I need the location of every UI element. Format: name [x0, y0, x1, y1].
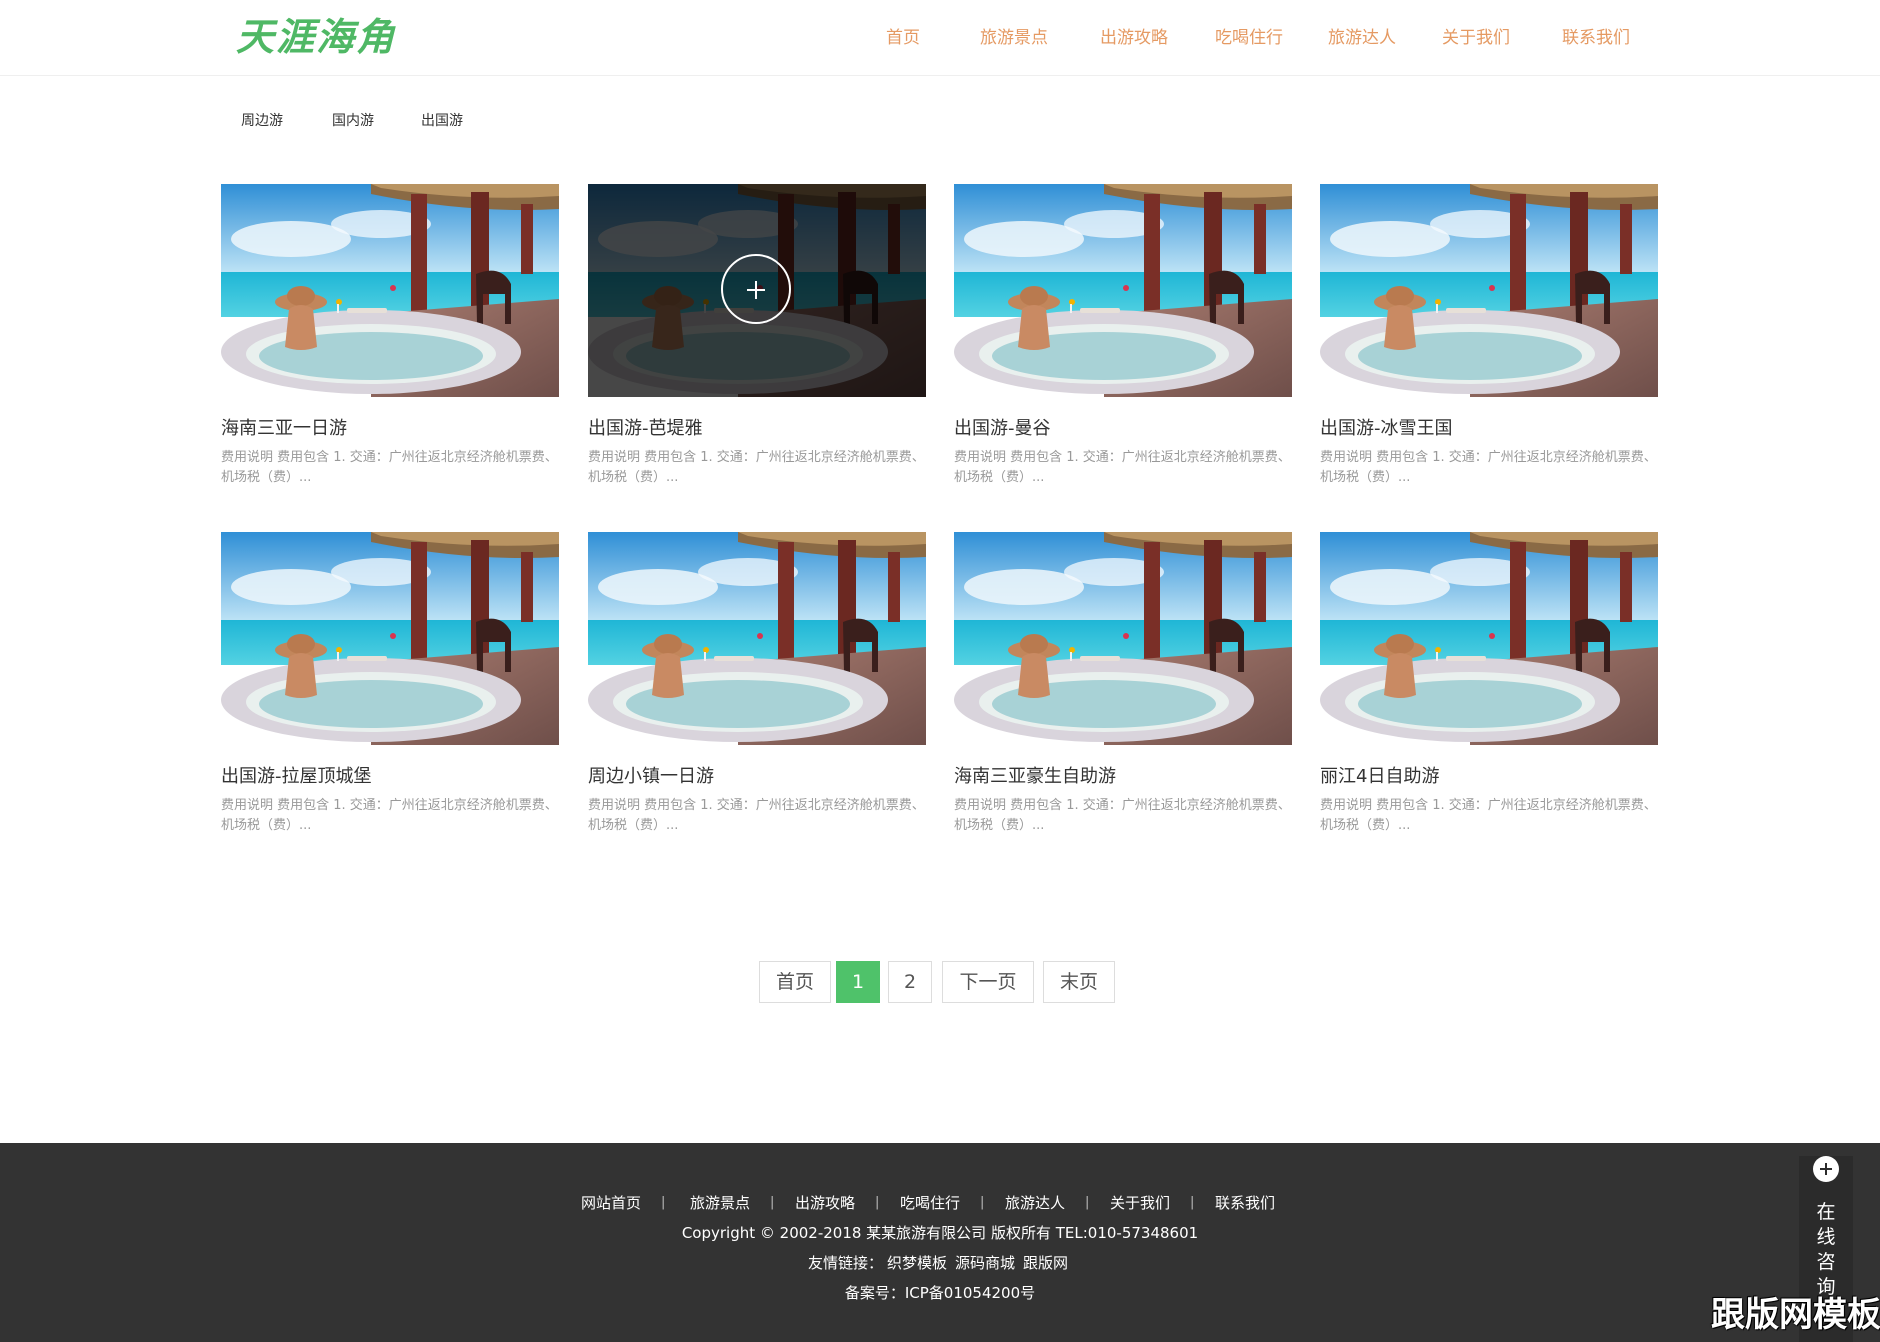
nav-item-experts[interactable]: 旅游达人	[1328, 24, 1396, 52]
pagination: 首页 1 2 下一页 末页	[0, 961, 1880, 1003]
footer-link-attractions[interactable]: 旅游景点	[690, 1192, 750, 1214]
tour-description: 费用说明 费用包含 1. 交通：广州往返北京经济舱机票费、机场税（费）...	[954, 450, 1291, 485]
plus-circle-icon[interactable]	[721, 254, 791, 324]
page-1-button[interactable]: 1	[836, 961, 880, 1003]
footer-separator: |	[1085, 1195, 1090, 1210]
tour-card: 出国游-芭堤雅 费用说明 费用包含 1. 交通：广州往返北京经济舱机票费、机场税…	[588, 184, 926, 514]
page-last-button[interactable]: 末页	[1043, 961, 1115, 1003]
resort-photo	[221, 184, 559, 397]
tour-card: 周边小镇一日游 费用说明 费用包含 1. 交通：广州往返北京经济舱机票费、机场税…	[588, 532, 926, 862]
tour-card: 丽江4日自助游 费用说明 费用包含 1. 交通：广州往返北京经济舱机票费、机场税…	[1320, 532, 1658, 862]
tour-card: 出国游-冰雪王国 费用说明 费用包含 1. 交通：广州往返北京经济舱机票费、机场…	[1320, 184, 1658, 514]
resort-photo	[221, 532, 559, 745]
tour-thumbnail[interactable]	[954, 184, 1292, 397]
friend-links-label: 友情链接：	[807, 1254, 883, 1272]
footer-friend-links: 友情链接： 织梦模板 源码商城 跟版网	[0, 1252, 1880, 1274]
footer-link-about[interactable]: 关于我们	[1110, 1192, 1170, 1214]
footer-link-contact[interactable]: 联系我们	[1215, 1192, 1275, 1214]
tour-title[interactable]: 出国游-曼谷	[954, 416, 1051, 442]
tour-card: 出国游-拉屋顶城堡 费用说明 费用包含 1. 交通：广州往返北京经济舱机票费、机…	[221, 532, 559, 862]
tour-description: 费用说明 费用包含 1. 交通：广州往返北京经济舱机票费、机场税（费）...	[954, 798, 1291, 833]
tour-thumbnail[interactable]	[588, 184, 926, 397]
tour-title[interactable]: 周边小镇一日游	[588, 764, 714, 790]
site-footer: 网站首页 | 旅游景点 | 出游攻略 | 吃喝住行 | 旅游达人 | 关于我们 …	[0, 1143, 1880, 1342]
tour-thumbnail[interactable]	[221, 184, 559, 397]
tour-title[interactable]: 海南三亚豪生自助游	[954, 764, 1116, 790]
page-first-button[interactable]: 首页	[759, 961, 831, 1003]
nav-item-food-stay[interactable]: 吃喝住行	[1215, 24, 1283, 52]
nav-item-home[interactable]: 首页	[886, 24, 920, 52]
tour-card: 海南三亚一日游 费用说明 费用包含 1. 交通：广州往返北京经济舱机票费、机场税…	[221, 184, 559, 514]
footer-separator: |	[770, 1195, 775, 1210]
category-tab-nearby[interactable]: 周边游	[241, 110, 283, 132]
page-2-button[interactable]: 2	[888, 961, 932, 1003]
resort-photo	[954, 184, 1292, 397]
consult-label: 在线咨询	[1816, 1201, 1836, 1298]
tour-description: 费用说明 费用包含 1. 交通：广州往返北京经济舱机票费、机场税（费）...	[1320, 798, 1657, 833]
footer-separator: |	[875, 1195, 880, 1210]
footer-link-food-stay[interactable]: 吃喝住行	[900, 1192, 960, 1214]
friend-link[interactable]: 跟版网	[1023, 1254, 1068, 1272]
resort-photo	[1320, 184, 1658, 397]
tour-card: 海南三亚豪生自助游 费用说明 费用包含 1. 交通：广州往返北京经济舱机票费、机…	[954, 532, 1292, 862]
footer-link-guides[interactable]: 出游攻略	[795, 1192, 855, 1214]
tour-thumbnail[interactable]	[221, 532, 559, 745]
nav-item-about[interactable]: 关于我们	[1442, 24, 1510, 52]
tour-title[interactable]: 出国游-冰雪王国	[1320, 416, 1453, 442]
category-tab-domestic[interactable]: 国内游	[332, 110, 374, 132]
tour-title[interactable]: 海南三亚一日游	[221, 416, 347, 442]
footer-icp: 备案号：ICP备01054200号	[844, 1284, 1036, 1302]
footer-separator: |	[1190, 1195, 1195, 1210]
tour-description: 费用说明 费用包含 1. 交通：广州往返北京经济舱机票费、机场税（费）...	[221, 450, 558, 485]
tour-thumbnail[interactable]	[1320, 532, 1658, 745]
nav-item-attractions[interactable]: 旅游景点	[980, 24, 1048, 52]
footer-link-experts[interactable]: 旅游达人	[1005, 1192, 1065, 1214]
footer-link-home[interactable]: 网站首页	[581, 1192, 641, 1214]
tour-description: 费用说明 费用包含 1. 交通：广州往返北京经济舱机票费、机场税（费）...	[588, 450, 925, 485]
footer-separator: |	[661, 1195, 666, 1210]
friend-link[interactable]: 织梦模板	[887, 1254, 947, 1272]
tour-thumbnail[interactable]	[588, 532, 926, 745]
tour-description: 费用说明 费用包含 1. 交通：广州往返北京经济舱机票费、机场税（费）...	[1320, 450, 1657, 485]
tour-title[interactable]: 出国游-拉屋顶城堡	[221, 764, 372, 790]
site-header: 天涯海角 首页 旅游景点 出游攻略 吃喝住行 旅游达人 关于我们 联系我们	[0, 0, 1880, 76]
footer-copyright: Copyright © 2002-2018 某某旅游有限公司 版权所有 TEL:…	[681, 1224, 1199, 1242]
site-logo[interactable]: 天涯海角	[236, 14, 396, 60]
thumbnail-hover-overlay[interactable]	[588, 184, 926, 397]
friend-link[interactable]: 源码商城	[955, 1254, 1015, 1272]
watermark: 跟版网模板	[1711, 1295, 1880, 1335]
tour-card: 出国游-曼谷 费用说明 费用包含 1. 交通：广州往返北京经济舱机票费、机场税（…	[954, 184, 1292, 514]
tour-thumbnail[interactable]	[954, 532, 1292, 745]
nav-item-contact[interactable]: 联系我们	[1562, 24, 1630, 52]
plus-circle-icon	[1813, 1156, 1839, 1182]
page-next-button[interactable]: 下一页	[942, 961, 1034, 1003]
tour-description: 费用说明 费用包含 1. 交通：广州往返北京经济舱机票费、机场税（费）...	[588, 798, 925, 833]
category-tab-abroad[interactable]: 出国游	[421, 110, 463, 132]
tour-thumbnail[interactable]	[1320, 184, 1658, 397]
tour-title[interactable]: 丽江4日自助游	[1320, 764, 1439, 790]
footer-separator: |	[980, 1195, 985, 1210]
tour-description: 费用说明 费用包含 1. 交通：广州往返北京经济舱机票费、机场税（费）...	[221, 798, 558, 833]
tour-title[interactable]: 出国游-芭堤雅	[588, 416, 703, 442]
resort-photo	[588, 532, 926, 745]
resort-photo	[1320, 532, 1658, 745]
resort-photo	[954, 532, 1292, 745]
nav-item-guides[interactable]: 出游攻略	[1100, 24, 1168, 52]
